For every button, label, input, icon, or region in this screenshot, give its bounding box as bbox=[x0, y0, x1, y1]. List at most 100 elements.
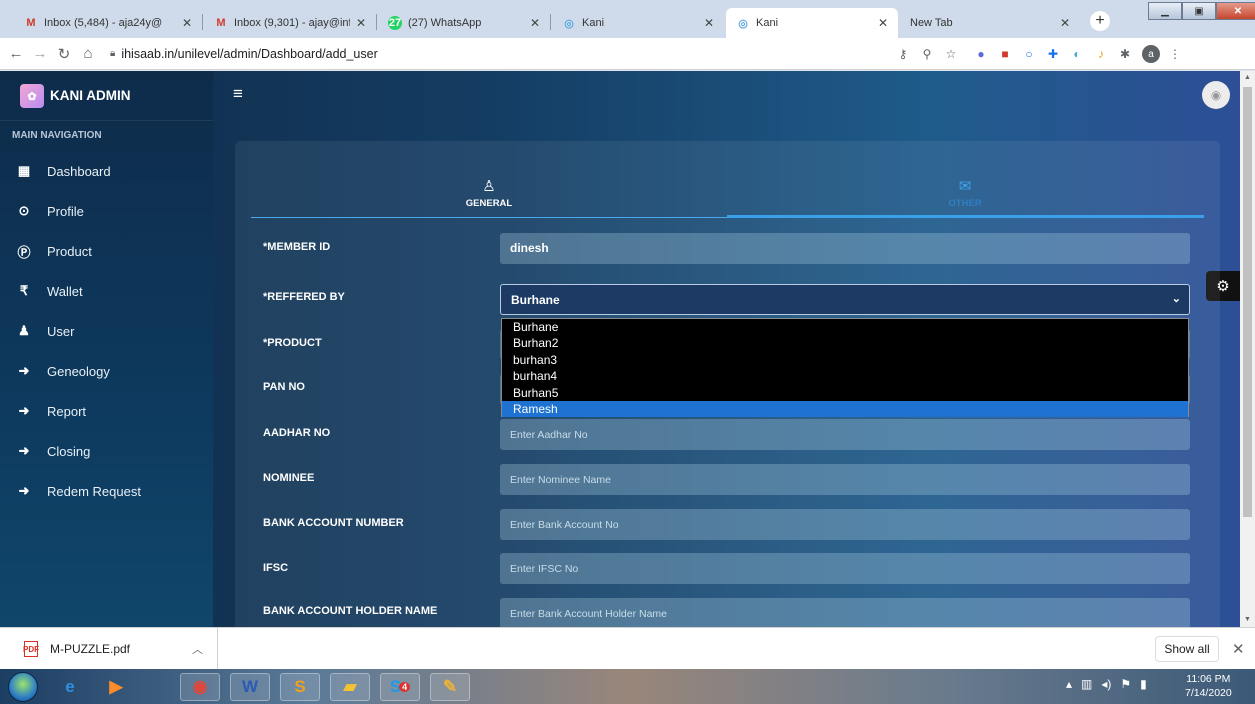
bank-account-number-input[interactable]: Enter Bank Account No bbox=[500, 509, 1190, 540]
extension-icon[interactable]: ● bbox=[972, 45, 990, 63]
close-tab-icon[interactable]: ✕ bbox=[704, 16, 714, 30]
scroll-down-arrow-icon[interactable]: ▼ bbox=[1240, 613, 1255, 627]
clock-date: 7/14/2020 bbox=[1185, 687, 1232, 699]
sidebar-item-dashboard[interactable]: ▦ Dashboard bbox=[0, 151, 213, 191]
lock-icon: 🔒︎ bbox=[110, 48, 116, 59]
scrollbar-thumb[interactable] bbox=[1243, 87, 1252, 517]
url-field[interactable]: ihisaab.in/unilevel/admin/Dashboard/add_… bbox=[121, 47, 377, 61]
browser-tab-gmail-1[interactable]: M Inbox (5,484) - aja24y@ ✕ bbox=[14, 8, 202, 38]
member-id-label: *MEMBER ID bbox=[263, 241, 331, 253]
sidebar-item-closing[interactable]: ➜ Closing bbox=[0, 431, 213, 471]
close-tab-icon[interactable]: ✕ bbox=[356, 16, 366, 30]
sidebar-item-wallet[interactable]: ₹ Wallet bbox=[0, 271, 213, 311]
dropdown-option[interactable]: burhan3 bbox=[502, 352, 1188, 368]
browser-tab-kani-active[interactable]: ◎ Kani ✕ bbox=[726, 8, 898, 38]
nominee-label: NOMINEE bbox=[263, 472, 315, 484]
sidebar-item-label: Product bbox=[47, 243, 92, 259]
sidebar-item-user[interactable]: ♟ User bbox=[0, 311, 213, 351]
reload-icon[interactable]: ↻ bbox=[52, 45, 76, 63]
reffered-by-select[interactable]: Burhane ⌄ bbox=[500, 284, 1190, 315]
extension-icon[interactable]: ○ bbox=[1020, 45, 1038, 63]
dropdown-option[interactable]: burhan4 bbox=[502, 368, 1188, 384]
brand[interactable]: ✿ KANI ADMIN bbox=[0, 71, 213, 121]
bank-account-holder-name-input[interactable]: Enter Bank Account Holder Name bbox=[500, 598, 1190, 627]
tab-title: Inbox (9,301) - ajay@inf bbox=[234, 17, 350, 29]
start-button[interactable] bbox=[8, 672, 38, 702]
aadhar-no-input[interactable]: Enter Aadhar No bbox=[500, 419, 1190, 450]
product-label: *PRODUCT bbox=[263, 337, 322, 349]
sidebar-item-product[interactable]: Ⓟ Product bbox=[0, 231, 213, 271]
member-id-input[interactable]: dinesh bbox=[500, 233, 1190, 264]
extension-icon[interactable]: ♪ bbox=[1092, 45, 1110, 63]
browser-tab-whatsapp[interactable]: 27 (27) WhatsApp ✕ bbox=[378, 8, 550, 38]
folder-icon[interactable]: ▰ bbox=[330, 673, 370, 701]
tab-title: Kani bbox=[756, 17, 779, 29]
skype-icon[interactable]: S4 bbox=[380, 673, 420, 701]
nominee-input[interactable]: Enter Nominee Name bbox=[500, 464, 1190, 495]
key-icon[interactable]: ⚷ bbox=[894, 45, 912, 63]
paint-icon[interactable]: ✎ bbox=[430, 673, 470, 701]
power-icon[interactable]: ▮ bbox=[1140, 677, 1147, 691]
word-icon[interactable]: W bbox=[230, 673, 270, 701]
close-tab-icon[interactable]: ✕ bbox=[530, 16, 540, 30]
chrome-icon[interactable]: ◉ bbox=[180, 673, 220, 701]
chevron-up-icon[interactable]: ︿ bbox=[192, 641, 203, 657]
tab-other[interactable]: ✉ OTHER bbox=[727, 169, 1203, 219]
minimize-button[interactable]: ▁ bbox=[1148, 2, 1182, 20]
download-item[interactable]: PDF M-PUZZLE.pdf ︿ bbox=[10, 628, 218, 670]
profile-avatar[interactable]: a bbox=[1142, 45, 1160, 63]
dropdown-option[interactable]: Burhan2 bbox=[502, 335, 1188, 351]
dropdown-option[interactable]: Burhane bbox=[502, 319, 1188, 335]
extensions-puzzle-icon[interactable]: ✱ bbox=[1116, 45, 1134, 63]
pan-no-label: PAN NO bbox=[263, 381, 305, 393]
user-icon: ♟ bbox=[18, 323, 30, 338]
tab-general[interactable]: ♙ GENERAL bbox=[251, 169, 727, 219]
tab-label: OTHER bbox=[948, 198, 982, 209]
browser-tab-new-tab[interactable]: New Tab ✕ bbox=[900, 8, 1080, 38]
close-window-button[interactable]: ✕ bbox=[1216, 2, 1255, 20]
system-clock[interactable]: 11:06 PM 7/14/2020 bbox=[1185, 672, 1232, 700]
zoom-icon[interactable]: ⚲ bbox=[918, 45, 936, 63]
user-avatar[interactable]: ◉ bbox=[1202, 81, 1230, 109]
reffered-by-dropdown-list: Burhane Burhan2 burhan3 burhan4 Burhan5 … bbox=[501, 318, 1189, 418]
maximize-button[interactable]: ▣ bbox=[1182, 2, 1216, 20]
browser-tab-kani-1[interactable]: ◎ Kani ✕ bbox=[552, 8, 724, 38]
sidebar-item-geneology[interactable]: ➜ Geneology bbox=[0, 351, 213, 391]
page-scrollbar[interactable]: ▲ ▼ bbox=[1240, 71, 1255, 627]
home-icon[interactable]: ⌂ bbox=[76, 45, 100, 62]
menu-kebab-icon[interactable]: ⋮ bbox=[1166, 45, 1184, 63]
tray-expand-icon[interactable]: ▴ bbox=[1066, 677, 1072, 691]
back-arrow-icon[interactable]: ← bbox=[4, 45, 28, 62]
network-icon[interactable]: ▥ bbox=[1081, 677, 1092, 691]
extension-icon[interactable]: ✚ bbox=[1044, 45, 1062, 63]
star-icon[interactable]: ☆ bbox=[942, 45, 960, 63]
close-tab-icon[interactable]: ✕ bbox=[1060, 16, 1070, 30]
browser-tab-gmail-2[interactable]: M Inbox (9,301) - ajay@inf ✕ bbox=[204, 8, 376, 38]
dropdown-option[interactable]: Burhan5 bbox=[502, 385, 1188, 401]
media-player-icon[interactable]: ▶ bbox=[96, 673, 136, 701]
extension-icon[interactable]: ◐ bbox=[1068, 45, 1086, 63]
new-tab-button[interactable]: + bbox=[1090, 11, 1110, 31]
show-all-button[interactable]: Show all bbox=[1155, 636, 1219, 662]
sidebar-item-redem-request[interactable]: ➜ Redem Request bbox=[0, 471, 213, 511]
scroll-up-arrow-icon[interactable]: ▲ bbox=[1240, 71, 1255, 85]
tab-separator bbox=[376, 14, 377, 30]
forward-arrow-icon[interactable]: → bbox=[28, 45, 52, 62]
tab-underline bbox=[251, 217, 727, 218]
sidebar-item-report[interactable]: ➜ Report bbox=[0, 391, 213, 431]
sublime-icon[interactable]: S bbox=[280, 673, 320, 701]
sidebar-item-label: Profile bbox=[47, 203, 84, 219]
sidebar-item-profile[interactable]: ⊙ Profile bbox=[0, 191, 213, 231]
close-download-bar-icon[interactable]: ✕ bbox=[1232, 640, 1245, 658]
action-center-flag-icon[interactable]: ⚑ bbox=[1120, 677, 1131, 691]
dropdown-option-highlighted[interactable]: Ramesh bbox=[502, 400, 1188, 418]
rupee-icon: ₹ bbox=[19, 283, 29, 298]
ifsc-input[interactable]: Enter IFSC No bbox=[500, 553, 1190, 584]
window-controls: ▁ ▣ ✕ bbox=[1148, 2, 1255, 20]
volume-icon[interactable]: ◂) bbox=[1101, 677, 1111, 691]
hamburger-menu-icon[interactable]: ≡ bbox=[233, 84, 243, 104]
extension-icon[interactable]: ■ bbox=[996, 45, 1014, 63]
close-tab-icon[interactable]: ✕ bbox=[182, 16, 192, 30]
internet-explorer-icon[interactable]: e bbox=[50, 673, 90, 701]
close-tab-icon[interactable]: ✕ bbox=[878, 16, 888, 30]
